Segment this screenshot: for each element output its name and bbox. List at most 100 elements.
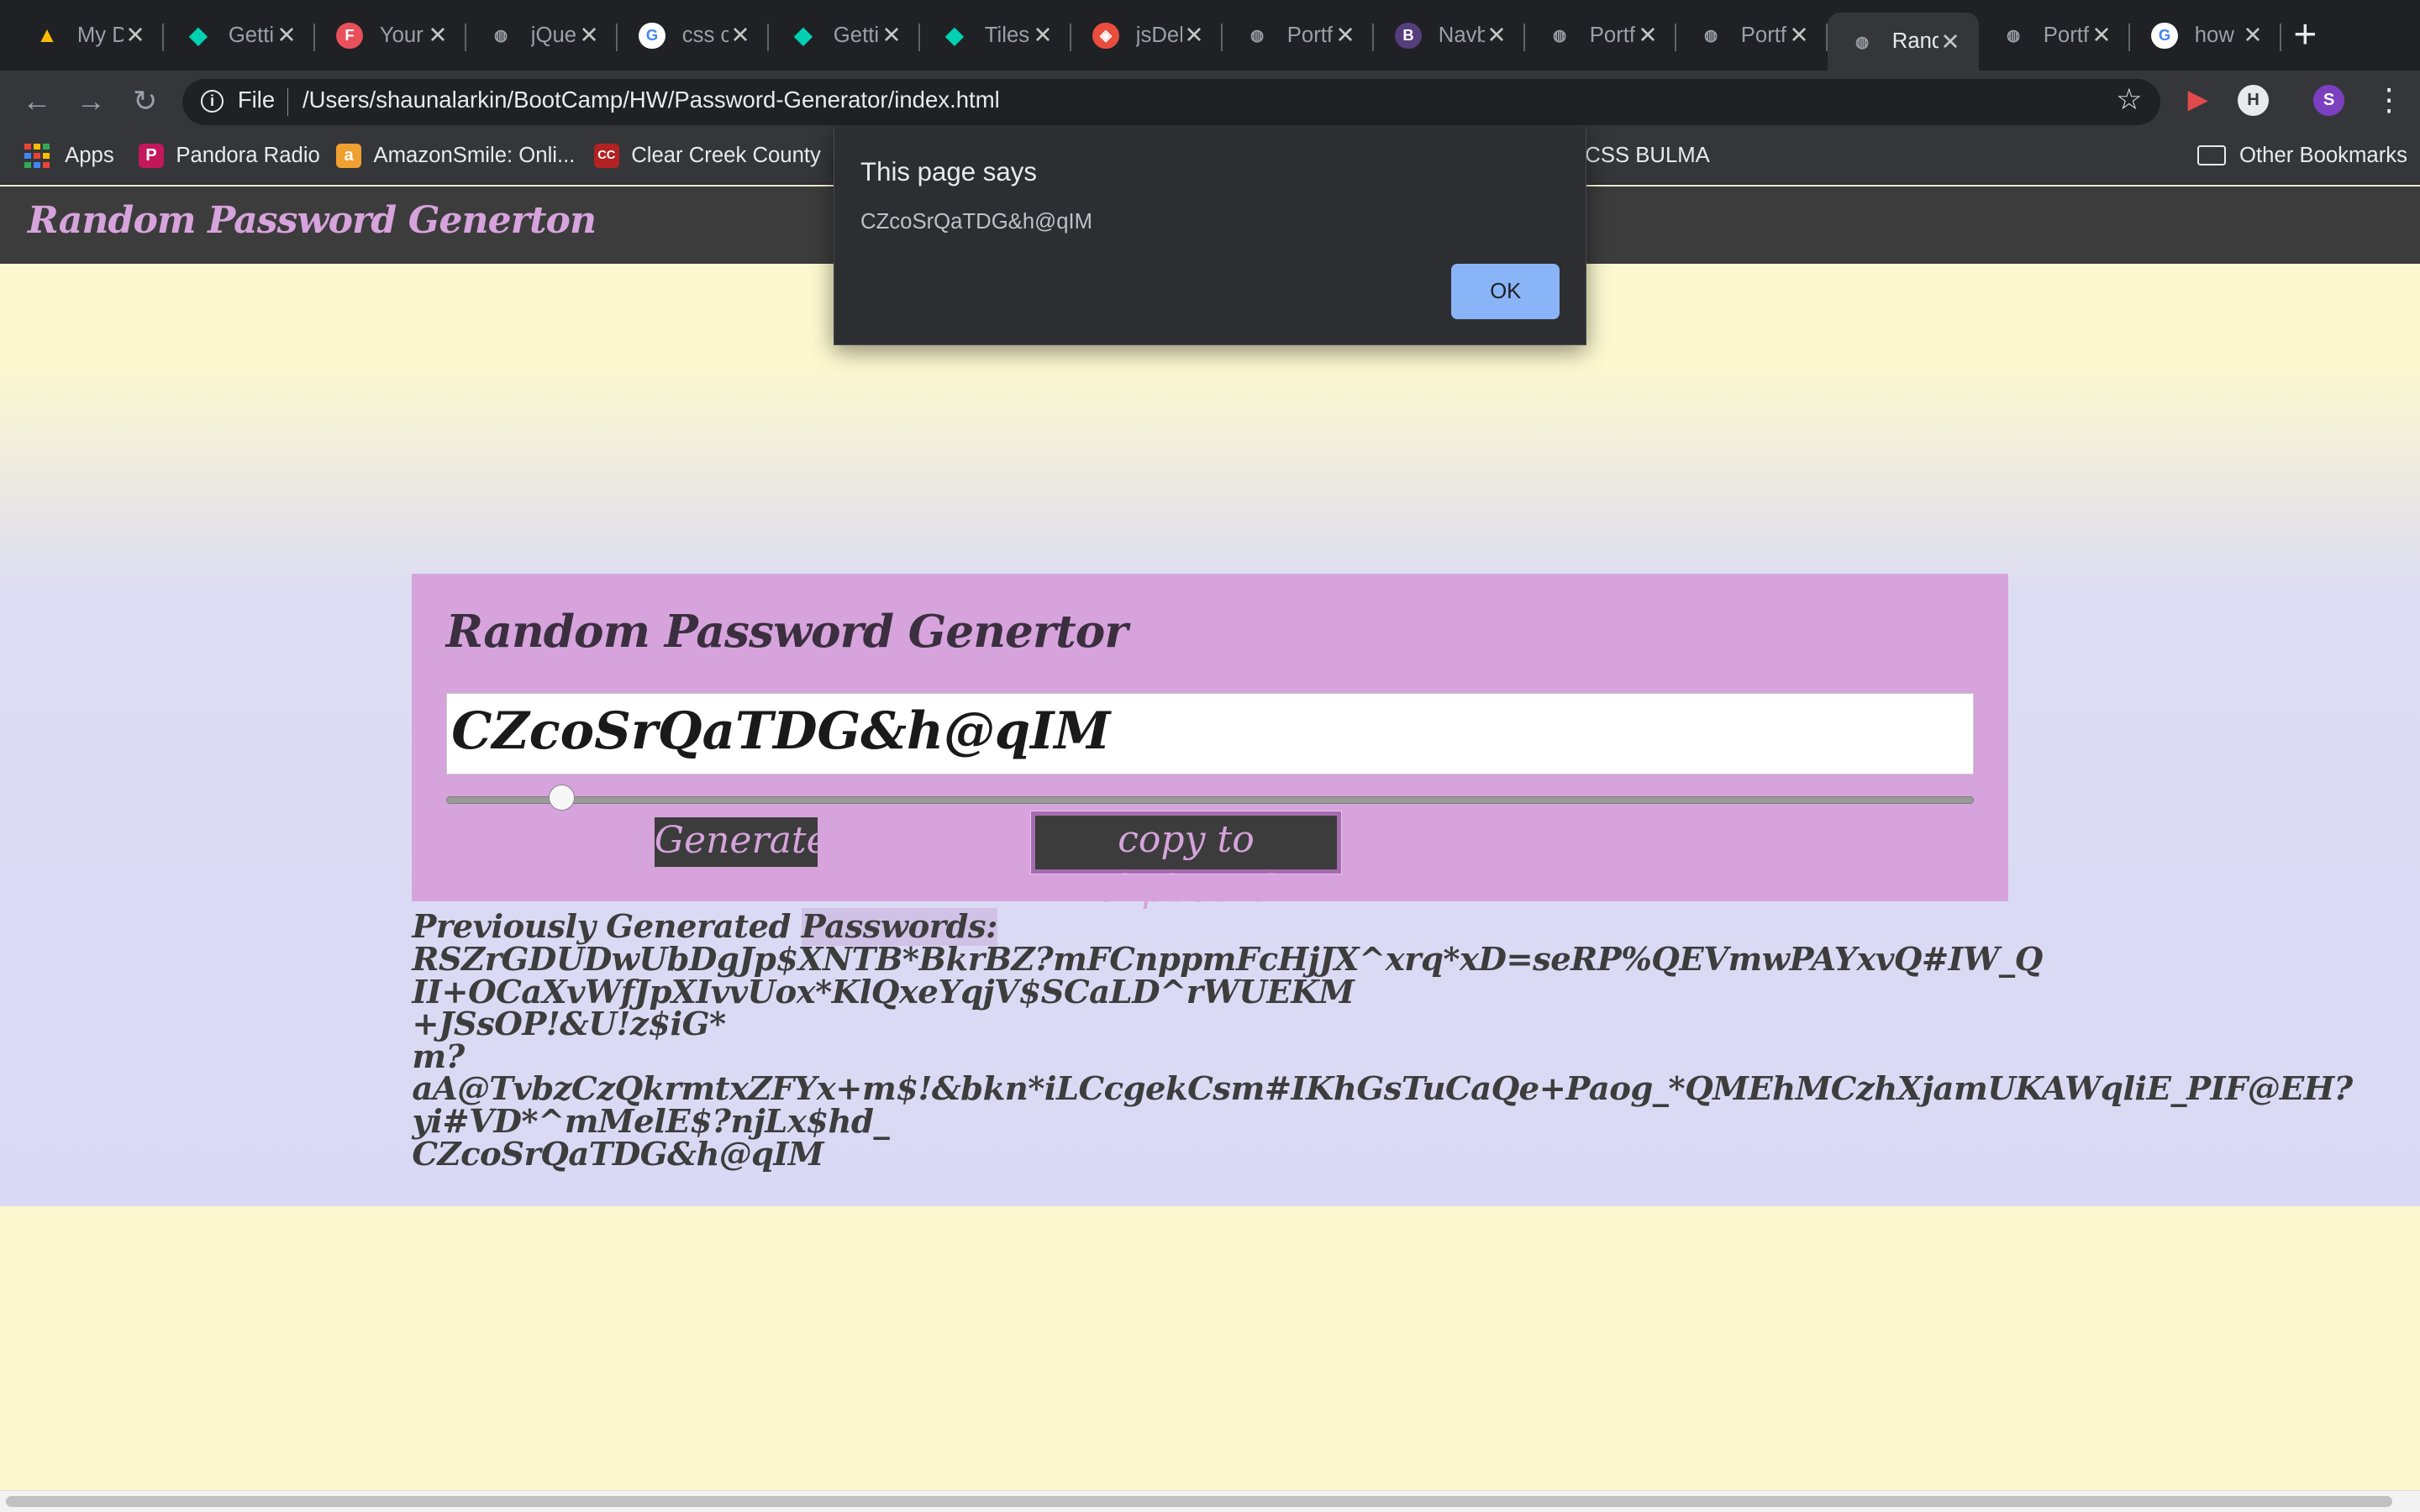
close-tab-icon[interactable]: ✕ [1487,22,1507,49]
extension-h-icon[interactable]: H [2238,85,2269,116]
close-tab-icon[interactable]: ✕ [1034,22,1053,49]
new-tab-button[interactable]: + [2293,14,2317,55]
browser-tab[interactable]: Ghow ✕ [2130,0,2281,71]
history-line: aA@TvbzCzQkrmtxZFYx+m$!&bkn*iLCcgekCsm#I… [412,1070,2353,1109]
history-line: yi#VD*^mMelE$?njLx$hd_ [412,1102,890,1141]
tab-title: css c [681,23,729,47]
bookmark-css-bulma[interactable]: CSS BULMA [1585,144,1710,168]
copy-to-clipboard-button[interactable]: copy to clipboard [1029,811,1343,911]
browser-tab[interactable]: F Your ✕ [315,0,466,71]
bookmark-label: Apps [65,143,114,167]
close-tab-icon[interactable]: ✕ [126,22,145,49]
tab-title: My D [76,23,124,47]
site-info-icon[interactable]: i [200,89,224,113]
close-tab-icon[interactable]: ✕ [2244,22,2263,49]
url-text[interactable]: /Users/shaunalarkin/BootCamp/HW/Password… [302,87,1000,113]
close-tab-icon[interactable]: ✕ [882,22,902,49]
forward-arrow-icon[interactable]: → [72,83,109,120]
bulma-icon: ◆ [945,22,964,49]
tab-title: how [2194,23,2234,47]
bookmark-other[interactable]: Other Bookmarks [2197,144,2407,168]
browser-menu-icon[interactable]: ⋮ [2374,82,2405,117]
browser-toolbar: ← → ↻ i File /Users/shaunalarkin/BootCam… [0,71,2420,133]
drive-icon: ▲ [36,23,58,47]
bookmark-pandora[interactable]: P Pandora Radio [139,143,320,169]
bookmark-amazonsmile[interactable]: a AmazonSmile: Onli... [336,143,575,169]
tab-title: Rand [1891,29,1939,54]
card-title: Random Password Genertor [445,604,1128,658]
profile-avatar[interactable]: S [2313,85,2344,116]
tab-title: Portf [1740,23,1787,47]
tab-separator [2279,23,2281,51]
close-tab-icon[interactable]: ✕ [1941,29,1960,55]
tab-title: Portf [1286,23,1334,47]
close-tab-icon[interactable]: ✕ [2092,22,2112,49]
length-slider[interactable] [445,785,1975,811]
browser-tab[interactable]: ◆ Getti ✕ [164,0,315,71]
extension-icon[interactable]: ▶ [2182,85,2213,116]
browser-tab[interactable]: ▲ My D ✕ [13,0,164,71]
history-line: RSZrGDUDwUbDgJp$XNTB*BkrBZ?mFCnppmFcHjJX… [412,941,2043,979]
screen: + ▲ My D ✕ ◆ Getti ✕ F Your ✕ ◍ jQue ✕ Gcss c ✕ ◆ Getti… [0,0,2420,1512]
browser-tab[interactable]: ◆ Getti ✕ [769,0,920,71]
back-arrow-icon[interactable]: ← [18,83,55,120]
tab-title: Getti [833,23,880,47]
generator-card: Random Password Genertor CZcoSrQaTDG&h@q… [412,574,2008,911]
globe-icon: ◍ [493,26,508,45]
scrollbar-thumb[interactable] [6,1495,2392,1507]
bookmark-apps[interactable]: Apps [24,143,114,169]
url-scheme: File [237,86,276,113]
browser-tab[interactable]: ◆ Tiles ✕ [920,0,1071,71]
browser-tab[interactable]: ◍ Portf ✕ [1223,0,1374,71]
close-tab-icon[interactable]: ✕ [1185,22,1204,49]
browser-tab[interactable]: ◍ Portf ✕ [1676,0,1828,71]
close-tab-icon[interactable]: ✕ [1639,22,1658,49]
horizontal-scrollbar[interactable] [0,1490,2420,1512]
browser-tab[interactable]: ◍ Portf ✕ [1979,0,2130,71]
globe-icon: ◍ [1854,32,1869,50]
browser-tab[interactable]: ◍ jQue ✕ [466,0,618,71]
password-output[interactable]: CZcoSrQaTDG&h@qIM [445,692,1975,774]
tab-title: jQue [530,23,577,47]
browser-tab[interactable]: ◍ Portf ✕ [1525,0,1676,71]
navbar-brand[interactable]: Random Password Generton [28,199,597,242]
globe-icon: ◍ [1552,26,1566,45]
close-tab-icon[interactable]: ✕ [1790,22,1809,49]
browser-tab[interactable]: B Navb ✕ [1374,0,1525,71]
history-line: +JSsOP!&U!z$iG* [412,1005,726,1044]
close-tab-icon[interactable]: ✕ [580,22,599,49]
bookmark-star-icon[interactable]: ☆ [2116,83,2142,117]
bootstrap-icon: B [1395,22,1422,49]
alert-dialog: This page says CZcoSrQaTDG&h@qIM OK [833,128,1587,346]
tab-strip: + ▲ My D ✕ ◆ Getti ✕ F Your ✕ ◍ jQue ✕ Gcss c ✕ ◆ Getti… [0,0,2420,71]
globe-icon: ◍ [1249,26,1264,45]
address-bar[interactable]: i File /Users/shaunalarkin/BootCamp/HW/P… [182,78,2161,125]
browser-tab[interactable]: Gcss c ✕ [618,0,769,71]
url-divider [287,87,289,116]
reload-icon[interactable]: ↻ [127,83,164,120]
globe-icon: ◍ [2006,26,2020,45]
apps-grid-icon [24,143,50,169]
jsdelivr-icon: ◈ [1092,22,1119,49]
close-tab-icon[interactable]: ✕ [277,22,297,49]
bookmark-label: Pandora Radio [176,143,320,167]
tab-title: Portf [2043,23,2090,47]
bookmark-clear-creek[interactable]: CC Clear Creek County [594,143,821,169]
history-line: CZcoSrQaTDG&h@qIM [412,1135,823,1173]
close-tab-icon[interactable]: ✕ [429,22,448,49]
slider-thumb[interactable] [549,785,576,811]
browser-tab[interactable]: ◈ jsDel ✕ [1071,0,1223,71]
tab-title: Tiles [984,23,1030,47]
browser-tab[interactable]: ◍ Rand✕ [1827,12,1979,71]
bookmark-label: Other Bookmarks [2239,143,2407,167]
dialog-message: CZcoSrQaTDG&h@qIM [860,209,1093,234]
bulma-icon: ◆ [794,22,813,49]
close-tab-icon[interactable]: ✕ [1336,22,1355,49]
generate-button[interactable]: Generate [654,817,829,868]
google-icon: G [2151,22,2178,49]
dialog-title: This page says [860,157,1037,187]
tab-title: Your [379,23,424,47]
close-tab-icon[interactable]: ✕ [731,22,750,49]
f-icon: F [336,22,363,49]
dialog-ok-button[interactable]: OK [1451,264,1560,320]
